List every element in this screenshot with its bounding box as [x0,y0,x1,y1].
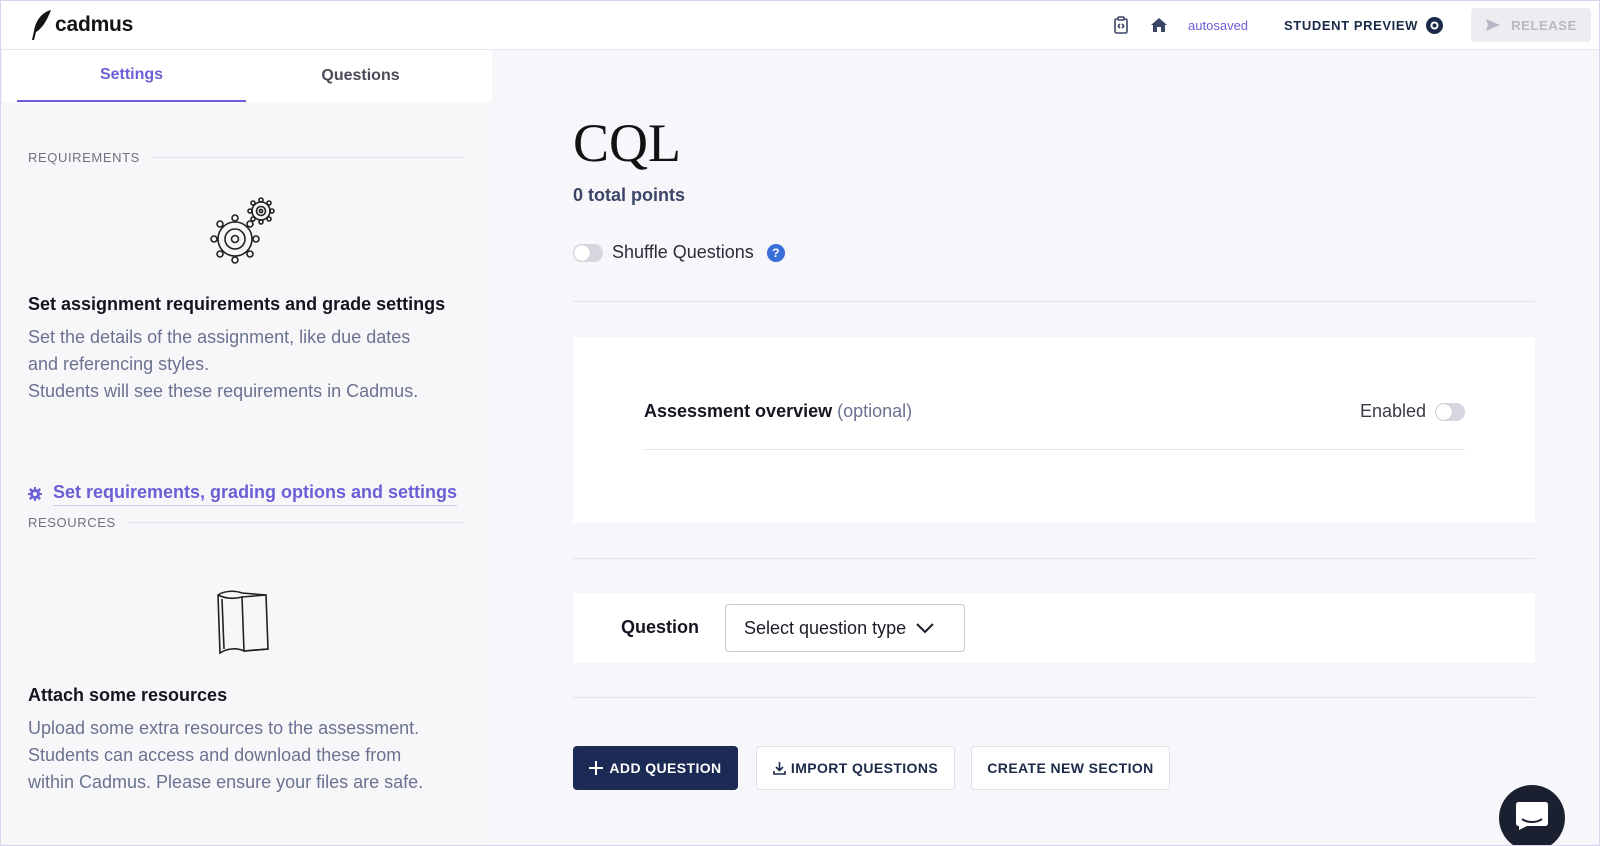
assessment-overview-card: Assessment overview (optional) Enabled [573,337,1535,523]
chat-bubble-icon [1516,802,1548,830]
requirements-heading: Set assignment requirements and grade se… [28,294,446,314]
cadmus-logo[interactable]: cadmus [31,9,133,41]
editor-main: CQL 0 total points Shuffle Questions ? A… [492,50,1599,845]
shuffle-questions-toggle[interactable] [573,243,603,262]
resources-label-text: RESOURCES [28,515,116,530]
requirements-description: Set the details of the assignment, like … [28,324,473,405]
gear-icon [28,487,42,501]
help-icon[interactable]: ? [766,243,785,262]
overview-title-text: Assessment overview [644,401,833,421]
total-points: 0 total points [573,185,685,205]
section-divider [125,522,465,523]
shuffle-questions-row: Shuffle Questions ? [573,242,785,263]
app-window: cadmus autosaved STUDENT PREVIEW RELEASE… [0,0,1600,846]
add-question-label: ADD QUESTION [609,760,722,776]
requirements-desc-line: Set the details of the assignment, like … [28,327,411,347]
shuffle-questions-label: Shuffle Questions [612,242,754,262]
set-requirements-link[interactable]: Set requirements, grading options and se… [28,482,458,506]
plus-icon [589,761,604,775]
clipboard-icon[interactable] [1110,14,1132,36]
tab-settings[interactable]: Settings [17,50,246,102]
section-divider [149,157,465,158]
requirements-desc-line: and referencing styles. [28,354,210,374]
feather-icon [32,10,51,40]
assessment-overview-title: Assessment overview (optional) [644,401,912,422]
send-icon [1486,19,1501,31]
student-preview-label: STUDENT PREVIEW [1284,17,1418,33]
resources-desc-line: within Cadmus. Please ensure your files … [28,772,424,792]
question-label: Question [621,617,700,637]
question-card: Question Select question type [573,593,1535,663]
top-bar: cadmus autosaved STUDENT PREVIEW RELEASE [1,1,1599,50]
add-question-button[interactable]: ADD QUESTION [573,746,738,790]
card-divider [644,449,1465,450]
set-requirements-link-text: Set requirements, grading options and se… [53,482,458,506]
release-label: RELEASE [1511,17,1577,33]
student-preview-button[interactable]: STUDENT PREVIEW [1284,16,1443,34]
gears-illustration-icon [210,197,275,264]
book-illustration-icon [217,590,269,655]
requirements-desc-line: Students will see these requirements in … [28,381,419,401]
divider [573,558,1535,559]
resources-description: Upload some extra resources to the asses… [28,715,473,796]
requirements-label-text: REQUIREMENTS [28,150,140,165]
resources-desc-line: Upload some extra resources to the asses… [28,718,420,738]
chevron-down-icon [916,622,934,633]
import-questions-label: IMPORT QUESTIONS [790,760,939,776]
download-icon [773,762,786,775]
divider [573,301,1535,302]
import-questions-button[interactable]: IMPORT QUESTIONS [756,746,955,790]
chat-widget-button[interactable] [1499,785,1565,845]
settings-panel: Settings Questions REQUIREMENTS Set assi… [2,50,492,845]
assessment-title[interactable]: CQL [573,112,681,174]
divider [573,697,1535,698]
resources-desc-line: Students can access and download these f… [28,745,402,765]
resources-section-label: RESOURCES [28,515,465,530]
eye-icon [1426,16,1443,34]
enabled-label: Enabled [1359,401,1426,421]
resources-heading: Attach some resources [28,685,228,705]
create-new-section-button[interactable]: CREATE NEW SECTION [971,746,1170,790]
release-button[interactable]: RELEASE [1471,8,1591,42]
requirements-section-label: REQUIREMENTS [28,150,465,165]
logo-text: cadmus [55,13,134,36]
home-icon[interactable] [1148,14,1170,36]
question-type-placeholder: Select question type [744,617,907,638]
overview-enabled-row: Enabled [1360,401,1465,422]
top-actions: autosaved STUDENT PREVIEW RELEASE [1110,1,1591,49]
tab-questions[interactable]: Questions [246,50,475,102]
autosaved-status: autosaved [1188,17,1249,33]
overview-enabled-toggle[interactable] [1435,402,1465,421]
overview-optional-text: (optional) [837,401,913,421]
question-type-select[interactable]: Select question type [725,604,965,652]
